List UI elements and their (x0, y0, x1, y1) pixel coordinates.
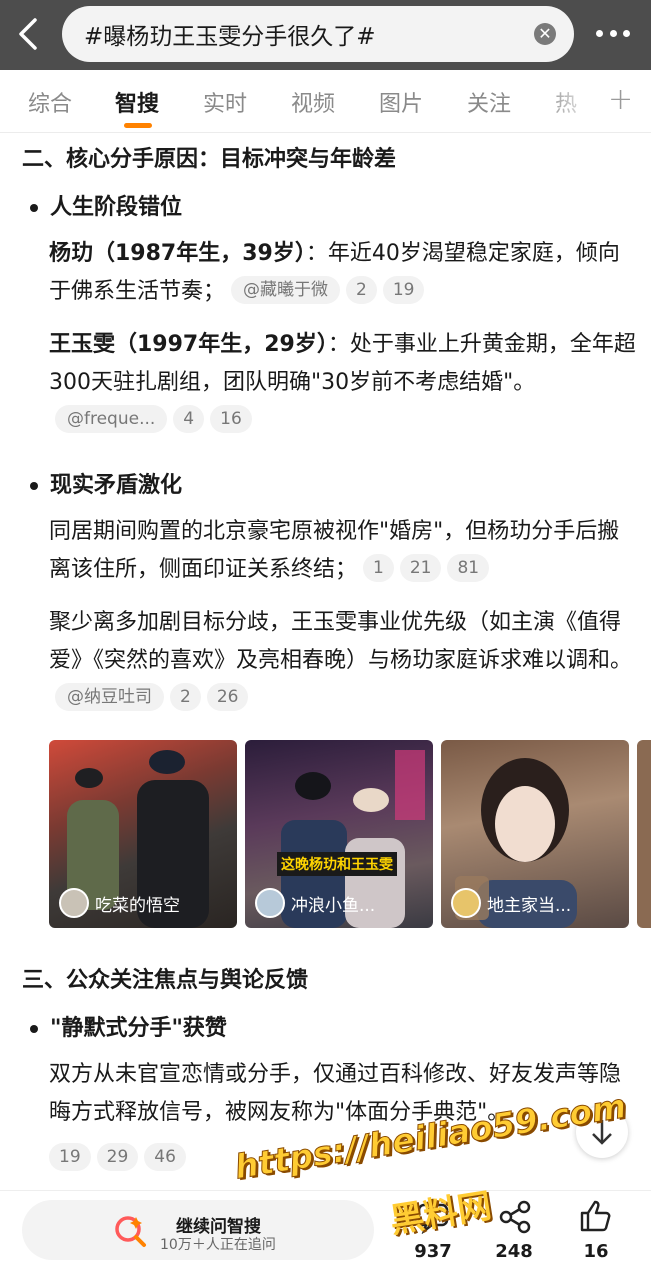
bullet-heading: 人生阶段错位 (30, 189, 182, 221)
ref-chip[interactable]: 1 (363, 554, 394, 582)
comment-count: 937 (414, 1241, 452, 1262)
image-username: 吃菜的悟空 (95, 895, 180, 916)
ref-chip[interactable]: 26 (206, 683, 249, 711)
ask-subtitle: 10万＋人正在追问 (160, 1237, 276, 1253)
smart-search-icon (112, 1213, 148, 1253)
paragraph-text: 聚少离多加剧目标分歧，王玉雯事业优先级（如主演《值得爱》《突然的喜欢》及亮相春晚… (49, 610, 633, 673)
tab-fade (540, 70, 600, 132)
bullet-heading-text: 现实矛盾激化 (50, 473, 183, 498)
share-count: 248 (495, 1241, 533, 1262)
paragraph-bold: 王玉雯（1997年生，29岁） (49, 332, 328, 357)
ref-chip[interactable]: 46 (144, 1143, 186, 1171)
tab-smart-search[interactable]: 智搜 (115, 86, 159, 118)
tab-video[interactable]: 视频 (291, 86, 335, 118)
tab-following[interactable]: 关注 (467, 86, 511, 118)
image-username: 冲浪小鱼... (291, 895, 376, 916)
avatar (451, 888, 481, 918)
search-query-text: #曝杨玏王玉雯分手很久了# (84, 24, 376, 50)
add-tab-icon[interactable]: + (608, 82, 633, 117)
source-chip[interactable]: @藏曦于微 (231, 276, 341, 304)
ref-chip[interactable]: 4 (173, 405, 205, 433)
share-icon[interactable] (497, 1199, 533, 1235)
tab-realtime[interactable]: 实时 (203, 86, 247, 118)
ref-chip[interactable]: 29 (96, 1143, 139, 1171)
more-options-icon[interactable] (596, 26, 630, 40)
ref-chip[interactable]: 2 (346, 276, 377, 304)
paragraph: 同居期间购置的北京豪宅原被视作"婚房"，但杨玏分手后搬离该住所，侧面印证关系终结… (49, 513, 639, 589)
ref-chip-row: 19 29 46 (43, 1143, 186, 1173)
ref-chip[interactable]: 2 (170, 683, 201, 711)
bullet-dot (30, 204, 38, 212)
active-tab-indicator (124, 123, 152, 128)
avatar (255, 888, 285, 918)
image-overlay-text: 这晚杨玏和王玉雯 (277, 852, 397, 876)
bullet-heading-text: 人生阶段错位 (50, 195, 183, 220)
section-heading: 三、公众关注焦点与舆论反馈 (22, 968, 309, 993)
section-heading: 二、核心分手原因：目标冲突与年龄差 (22, 147, 397, 172)
ref-chip[interactable]: 19 (49, 1143, 91, 1171)
image-card[interactable]: 地主家当... (441, 740, 629, 928)
bullet-heading-text: "静默式分手"获赞 (50, 1016, 227, 1041)
ref-chip[interactable]: 19 (382, 276, 425, 304)
image-card[interactable]: 这晚杨玏和王玉雯 冲浪小鱼... (245, 740, 433, 928)
paragraph: 王玉雯（1997年生，29岁）：处于事业上升黄金期，全年超300天驻扎剧组，团队… (49, 326, 639, 440)
bullet-dot (30, 1025, 38, 1033)
bullet-dot (30, 482, 38, 490)
search-input[interactable]: #曝杨玏王玉雯分手很久了# ✕ (62, 6, 574, 62)
avatar (59, 888, 89, 918)
back-arrow-icon[interactable] (12, 14, 44, 54)
image-username: 地主家当... (487, 895, 572, 916)
ref-chip[interactable]: 21 (399, 554, 442, 582)
paragraph: 聚少离多加剧目标分歧，王玉雯事业优先级（如主演《值得爱》《突然的喜欢》及亮相春晚… (49, 604, 639, 718)
image-caption: 吃菜的悟空 (59, 888, 180, 918)
image-card[interactable]: 吃菜的悟空 (49, 740, 237, 928)
paragraph: 杨玏（1987年生，39岁）：年近40岁渴望稳定家庭，倾向于佛系生活节奏； @藏曦… (49, 235, 639, 311)
tab-bar: 综合 智搜 实时 视频 图片 关注 热 + (0, 70, 651, 133)
bullet-heading: "静默式分手"获赞 (30, 1010, 227, 1042)
image-card-peek (637, 740, 651, 928)
source-chip[interactable]: @纳豆吐司 (55, 683, 164, 711)
image-caption: 冲浪小鱼... (255, 888, 375, 918)
paragraph-text: 同居期间购置的北京豪宅原被视作"婚房"，但杨玏分手后搬离该住所，侧面印证关系终结… (49, 519, 620, 582)
like-count: 16 (583, 1241, 609, 1262)
paragraph-bold: 杨玏（1987年生，39岁） (49, 241, 306, 266)
clear-search-icon[interactable]: ✕ (534, 23, 556, 45)
tab-comprehensive[interactable]: 综合 (28, 86, 72, 118)
tab-images[interactable]: 图片 (379, 86, 423, 118)
ref-chip[interactable]: 81 (447, 554, 490, 582)
image-caption: 地主家当... (451, 888, 571, 918)
like-icon[interactable] (578, 1198, 614, 1234)
source-chip[interactable]: @freque... (55, 405, 168, 433)
ref-chip[interactable]: 16 (210, 405, 252, 433)
bullet-heading: 现实矛盾激化 (30, 467, 182, 499)
